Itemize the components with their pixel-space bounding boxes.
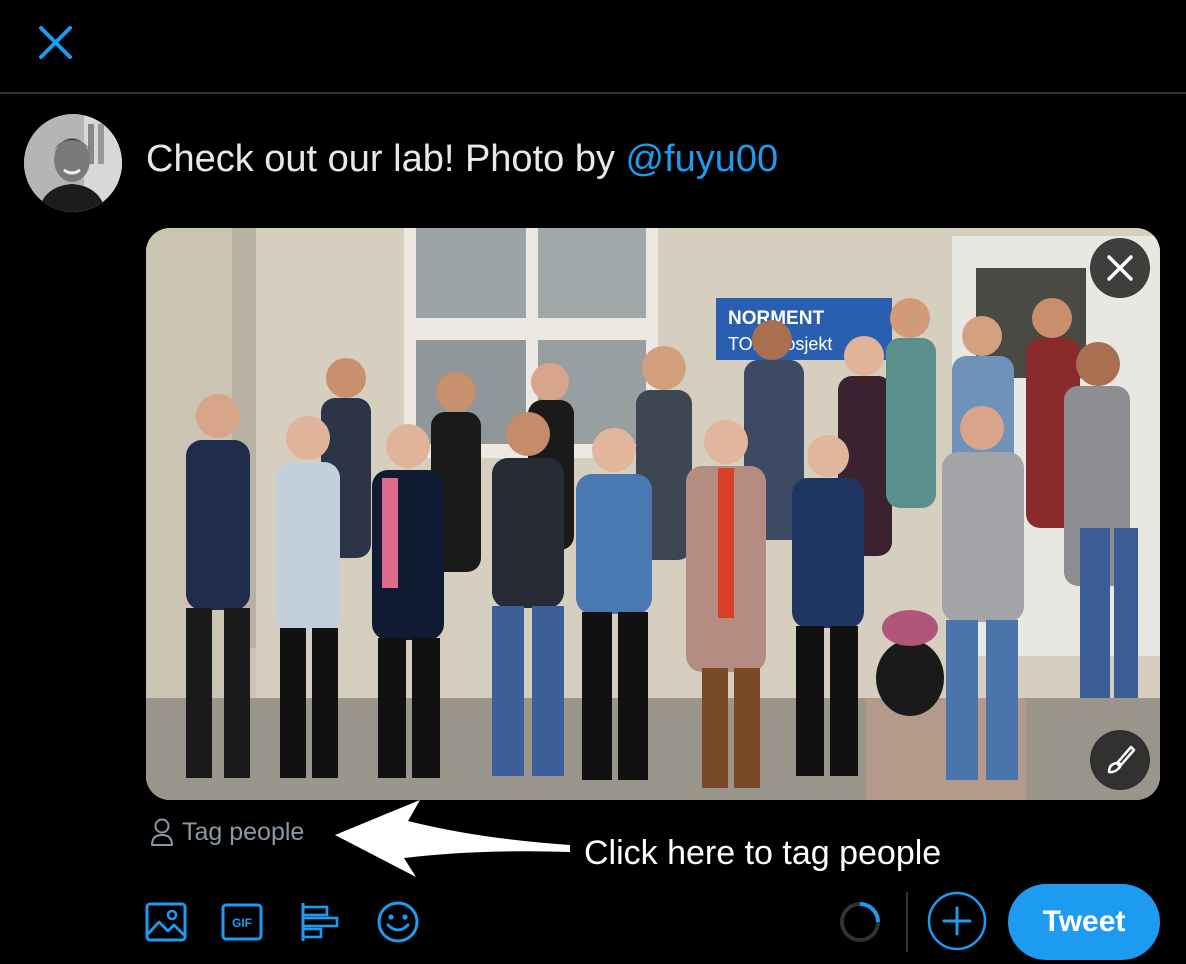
gif-icon: GIF — [221, 903, 263, 941]
remove-media-button[interactable] — [1090, 238, 1150, 298]
character-count-ring — [838, 900, 882, 944]
annotation-text: Click here to tag people — [584, 834, 942, 872]
close-icon — [39, 26, 72, 59]
poll-button[interactable] — [298, 900, 342, 944]
poll-icon — [301, 903, 339, 941]
tag-people-label: Tag people — [182, 817, 305, 846]
close-icon — [1107, 255, 1133, 281]
annotation-arrow — [335, 800, 570, 877]
media-attachment: NORMENT TOP prosjekt — [146, 228, 1160, 800]
tweet-text[interactable]: Check out our lab! Photo by @fuyu00 — [146, 138, 778, 181]
gif-button[interactable]: GIF — [220, 900, 264, 944]
avatar — [24, 114, 122, 212]
group-photo: NORMENT TOP prosjekt — [146, 228, 1160, 800]
close-button[interactable] — [30, 20, 78, 68]
progress-ring-icon — [840, 902, 880, 942]
tag-people-button[interactable]: Tag people — [150, 814, 304, 850]
tweet-text-body: Check out our lab! Photo by — [146, 138, 626, 180]
tweet-button[interactable]: Tweet — [1008, 884, 1160, 960]
emoji-icon — [377, 901, 419, 943]
svg-text:GIF: GIF — [232, 916, 252, 930]
modal-header — [0, 0, 1186, 94]
toolbar-divider — [906, 892, 908, 952]
image-icon — [145, 902, 187, 942]
plus-icon — [927, 891, 987, 951]
media-button[interactable] — [144, 900, 188, 944]
add-tweet-button[interactable] — [926, 890, 988, 952]
emoji-button[interactable] — [376, 900, 420, 944]
paintbrush-icon — [1107, 745, 1136, 774]
edit-media-button[interactable] — [1090, 730, 1150, 790]
person-icon — [151, 818, 173, 846]
mention-link[interactable]: @fuyu00 — [626, 138, 779, 180]
